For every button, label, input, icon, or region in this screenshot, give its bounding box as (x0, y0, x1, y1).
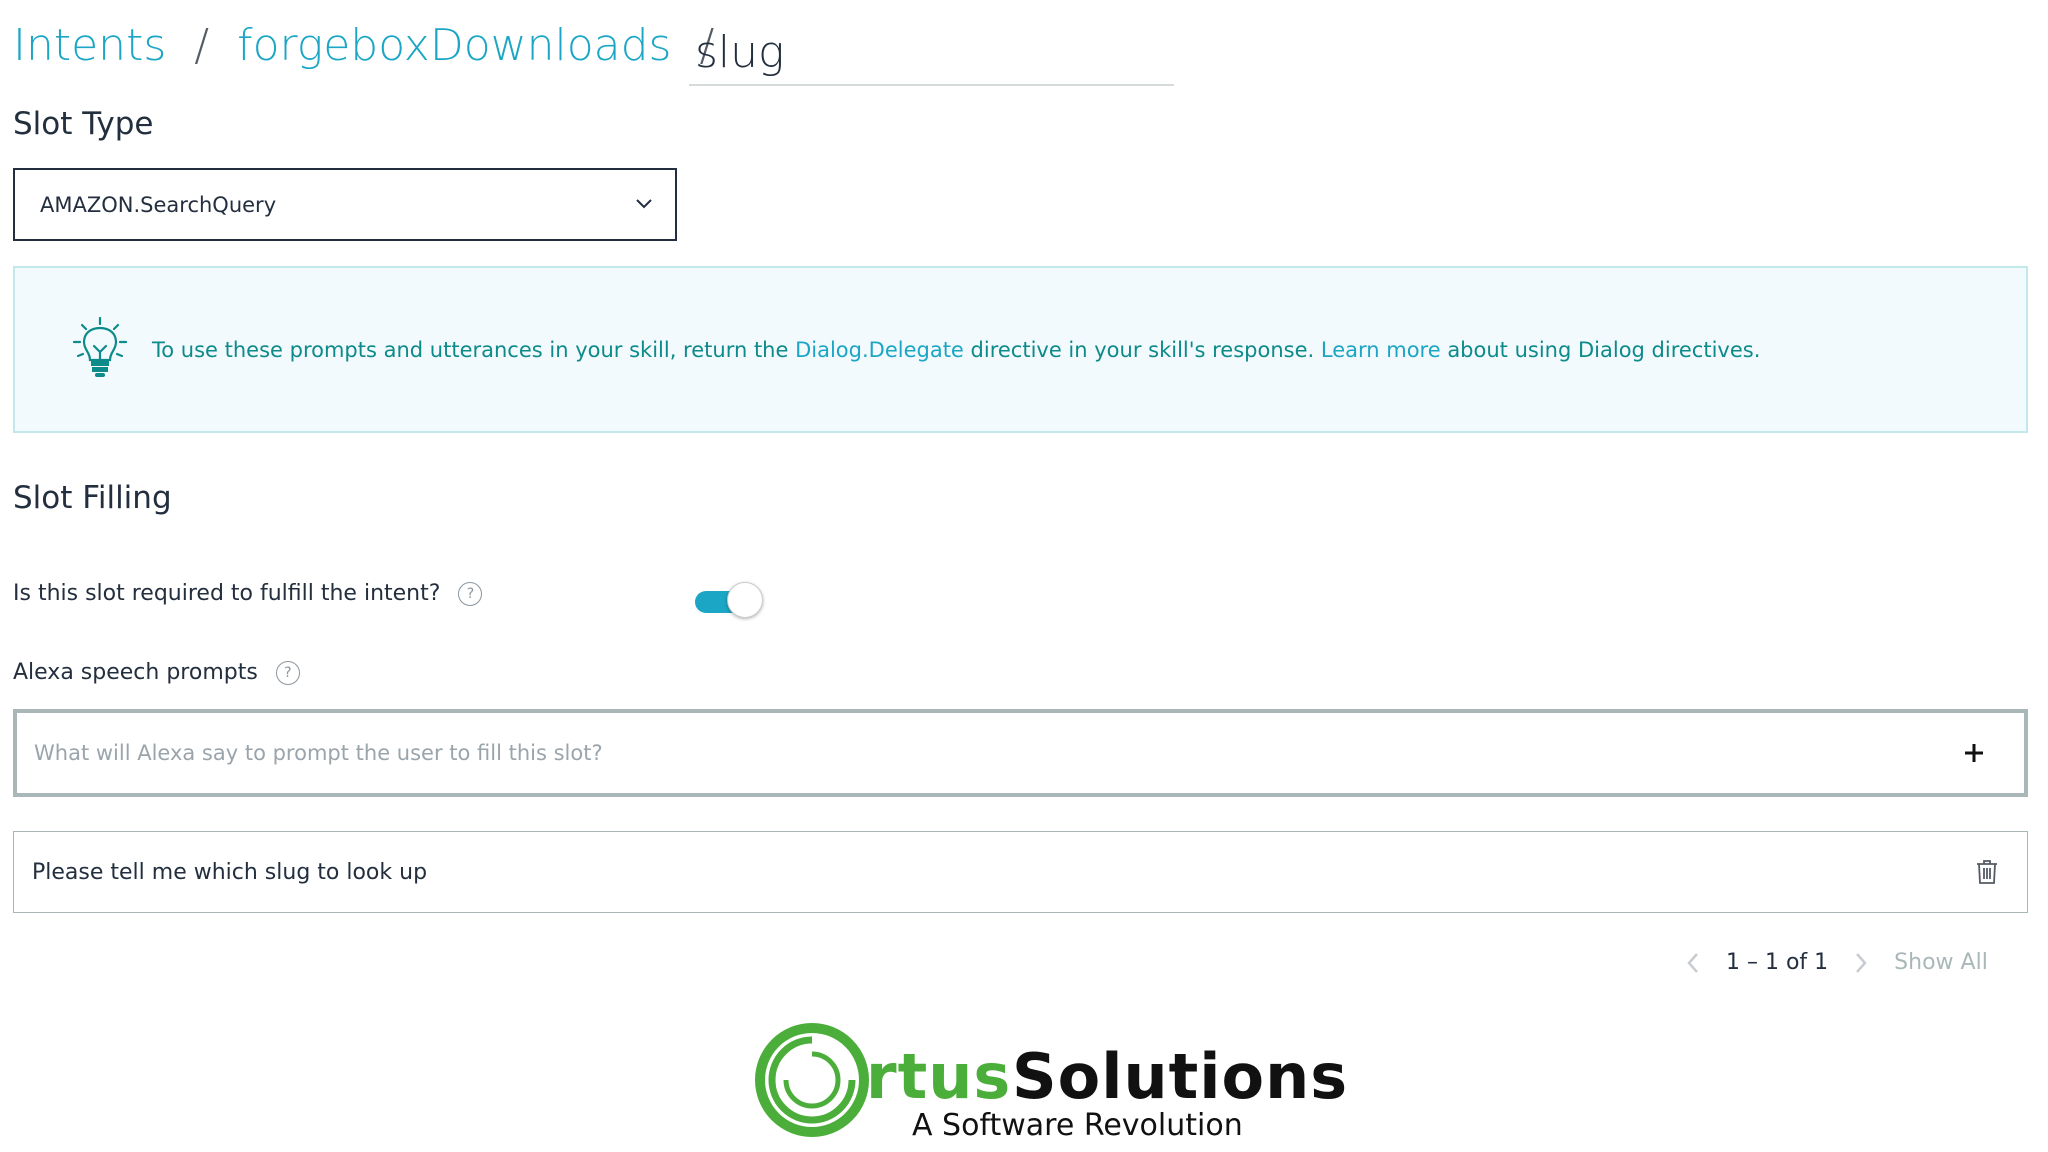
chevron-down-icon (635, 195, 653, 214)
ortus-logo: rtus Solutions A Software Revolution (752, 1020, 1347, 1152)
show-all-link[interactable]: Show All (1894, 950, 1988, 975)
prompt-list-item: Please tell me which slug to look up (13, 831, 2028, 913)
breadcrumb-separator: / (194, 20, 210, 71)
slot-name-input[interactable] (689, 20, 1174, 86)
slot-filling-title: Slot Filling (13, 480, 172, 516)
required-question-label: Is this slot required to fulfill the int… (13, 581, 441, 606)
lightbulb-icon (70, 316, 130, 384)
prompt-input[interactable] (17, 713, 1944, 793)
dialog-delegate-link[interactable]: Dialog.Delegate (795, 338, 964, 362)
trash-icon (1977, 860, 1997, 884)
prompt-input-container (13, 709, 2028, 797)
slot-type-title: Slot Type (13, 106, 154, 142)
logo-brand-second: Solutions (1012, 1040, 1349, 1113)
info-banner: To use these prompts and utterances in y… (13, 266, 2028, 433)
chevron-right-icon[interactable] (1854, 952, 1868, 974)
breadcrumb: Intents / forgeboxDownloads / (13, 20, 742, 71)
chevron-left-icon[interactable] (1686, 952, 1700, 974)
logo-brand-rest: rtus (866, 1040, 1012, 1113)
required-question: Is this slot required to fulfill the int… (13, 581, 483, 606)
slot-type-value: AMAZON.SearchQuery (40, 192, 277, 217)
pagination: 1 – 1 of 1 Show All (1686, 950, 1988, 975)
help-icon[interactable]: ? (458, 581, 483, 606)
toggle-knob (727, 582, 763, 618)
info-text: To use these prompts and utterances in y… (152, 337, 1761, 362)
page-range: 1 – 1 of 1 (1726, 950, 1829, 975)
breadcrumb-intent-link[interactable]: forgeboxDownloads (237, 20, 671, 71)
ortus-o-icon (755, 1023, 869, 1137)
slot-type-select[interactable]: AMAZON.SearchQuery (13, 168, 677, 241)
add-prompt-button[interactable] (1944, 723, 2004, 783)
help-icon[interactable]: ? (275, 660, 300, 685)
plus-icon (1965, 744, 1983, 762)
prompt-text: Please tell me which slug to look up (32, 859, 428, 885)
learn-more-link[interactable]: Learn more (1321, 338, 1441, 362)
speech-prompts-label: Alexa speech prompts (13, 660, 258, 685)
required-toggle[interactable] (693, 581, 765, 619)
delete-prompt-button[interactable] (1967, 852, 2007, 892)
breadcrumb-intents-link[interactable]: Intents (13, 20, 166, 71)
speech-prompts-heading: Alexa speech prompts ? (13, 660, 300, 685)
logo-tagline: A Software Revolution (912, 1108, 1243, 1143)
